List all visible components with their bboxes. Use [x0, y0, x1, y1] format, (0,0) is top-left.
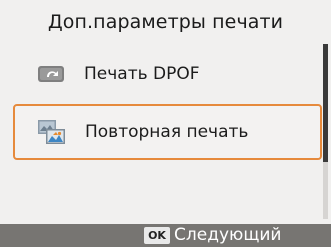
print-settings-screen: Доп.параметры печати Печать DPOF Повторн…	[0, 0, 331, 247]
menu-item-dpof-print[interactable]: Печать DPOF	[0, 48, 322, 100]
dpof-print-icon	[38, 66, 64, 82]
footer-bar: OK Следующий	[0, 224, 331, 247]
reprint-photos-icon	[38, 120, 65, 144]
menu-item-reprint[interactable]: Повторная печать	[13, 104, 322, 160]
menu-item-label: Повторная печать	[85, 122, 249, 142]
screen-title: Доп.параметры печати	[47, 11, 284, 33]
scrollbar-thumb[interactable]	[323, 44, 328, 162]
scrollbar[interactable]	[323, 44, 328, 219]
next-action-label: Следующий	[174, 225, 282, 245]
menu-item-label: Печать DPOF	[84, 64, 200, 84]
ok-button-hint: OK	[144, 227, 170, 244]
